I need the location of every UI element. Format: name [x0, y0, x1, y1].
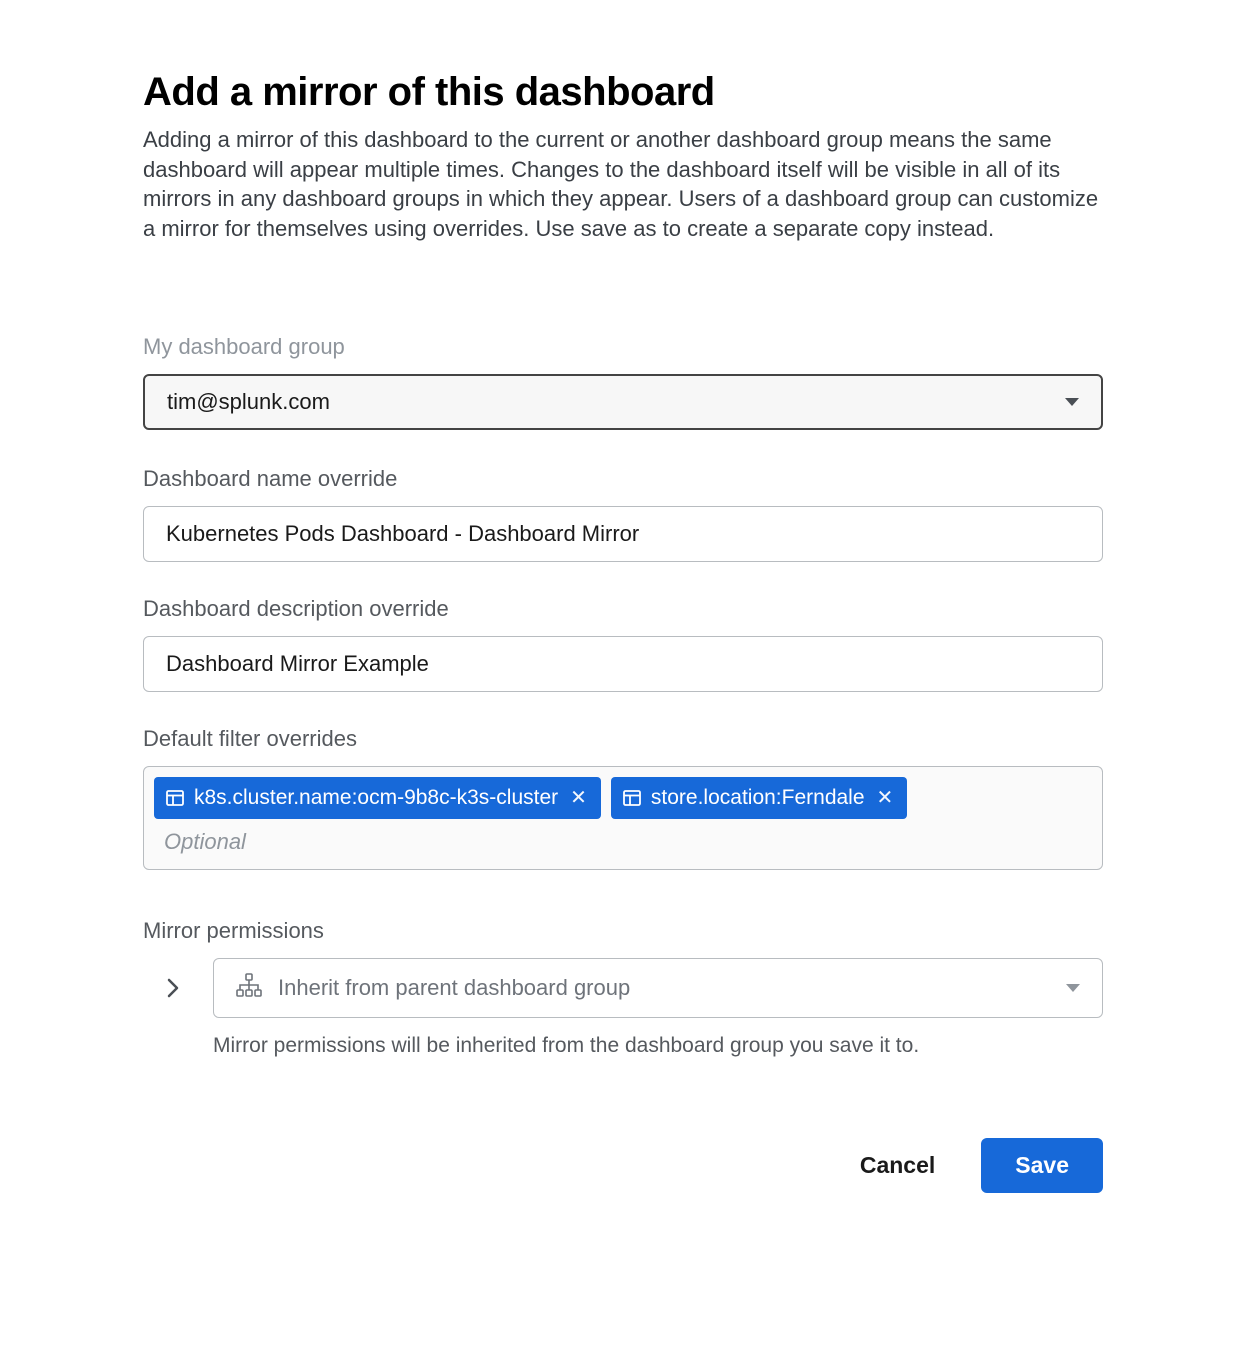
filters-input[interactable]: k8s.cluster.name:ocm-9b8c-k3s-cluster ✕ …: [143, 766, 1103, 870]
chevron-down-icon: [1066, 984, 1080, 992]
description-override-input[interactable]: [143, 636, 1103, 692]
filters-placeholder: Optional: [154, 819, 1092, 863]
permissions-label: Mirror permissions: [143, 918, 1103, 944]
hierarchy-icon: [236, 973, 262, 1003]
chevron-right-icon: [166, 977, 180, 999]
chevron-down-icon: [1065, 398, 1079, 406]
filters-label: Default filter overrides: [143, 726, 1103, 752]
dashboard-icon: [623, 789, 641, 807]
description-override-label: Dashboard description override: [143, 596, 1103, 622]
dialog-description: Adding a mirror of this dashboard to the…: [143, 125, 1103, 244]
dashboard-icon: [166, 789, 184, 807]
close-icon[interactable]: ✕: [568, 786, 589, 810]
expand-toggle[interactable]: [161, 958, 185, 1018]
add-mirror-dialog: Add a mirror of this dashboard Adding a …: [93, 0, 1153, 1253]
name-override-label: Dashboard name override: [143, 466, 1103, 492]
group-label: My dashboard group: [143, 334, 1103, 360]
permissions-help-text: Mirror permissions will be inherited fro…: [213, 1034, 1103, 1058]
close-icon[interactable]: ✕: [875, 786, 896, 810]
dialog-title: Add a mirror of this dashboard: [143, 70, 1103, 115]
save-button[interactable]: Save: [981, 1138, 1103, 1193]
permissions-select[interactable]: Inherit from parent dashboard group: [213, 958, 1103, 1018]
filter-chip[interactable]: store.location:Ferndale ✕: [611, 777, 907, 819]
filter-chip-text: store.location:Ferndale: [651, 786, 865, 810]
group-select-value: tim@splunk.com: [167, 389, 330, 415]
dialog-footer: Cancel Save: [143, 1138, 1103, 1193]
filter-chip-text: k8s.cluster.name:ocm-9b8c-k3s-cluster: [194, 786, 558, 810]
filter-chips-row: k8s.cluster.name:ocm-9b8c-k3s-cluster ✕ …: [154, 777, 1092, 819]
permissions-select-value: Inherit from parent dashboard group: [278, 975, 630, 1001]
cancel-button[interactable]: Cancel: [856, 1142, 939, 1189]
name-override-input[interactable]: [143, 506, 1103, 562]
group-select[interactable]: tim@splunk.com: [143, 374, 1103, 430]
filter-chip[interactable]: k8s.cluster.name:ocm-9b8c-k3s-cluster ✕: [154, 777, 601, 819]
